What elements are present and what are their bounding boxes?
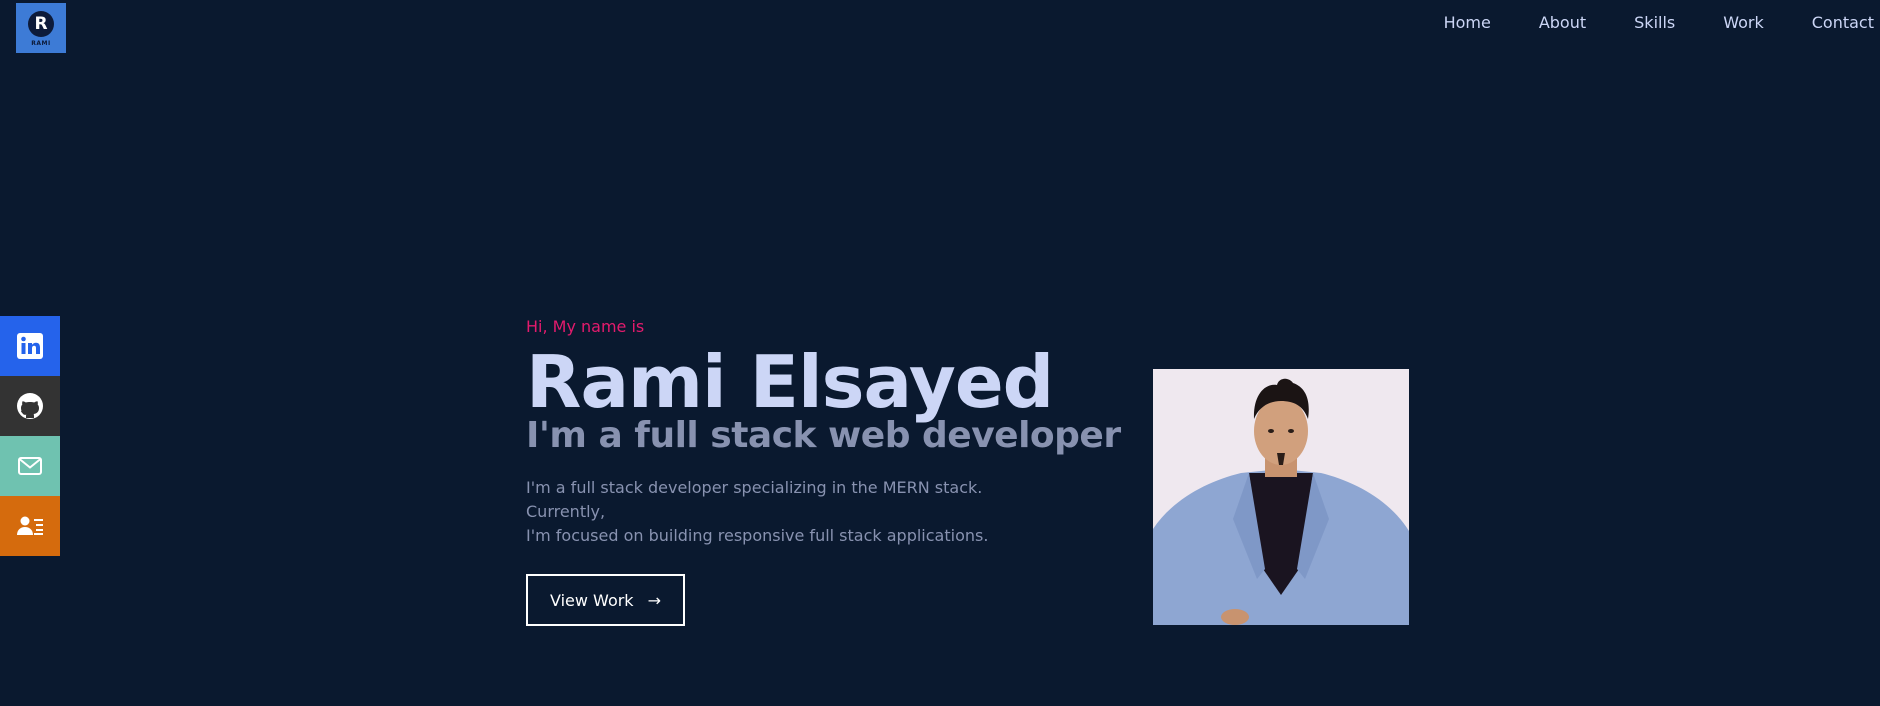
hero-bio: I'm a full stack developer specializing … bbox=[526, 476, 1026, 548]
page: R RAMI Home About Skills Work Contact Hi… bbox=[0, 0, 1880, 706]
github-link[interactable] bbox=[0, 376, 60, 436]
email-icon bbox=[18, 457, 42, 475]
resume-icon bbox=[17, 516, 43, 535]
logo-text: RAMI bbox=[31, 40, 51, 47]
nav-contact[interactable]: Contact bbox=[1812, 13, 1874, 32]
linkedin-icon bbox=[17, 333, 43, 359]
hero-bio-line-1: I'm a full stack developer specializing … bbox=[526, 478, 983, 521]
profile-photo-illustration bbox=[1153, 369, 1409, 625]
hero-section: Hi, My name is Rami Elsayed I'm a full s… bbox=[526, 314, 1121, 626]
view-work-button[interactable]: View Work → bbox=[526, 574, 685, 626]
email-link[interactable] bbox=[0, 436, 60, 496]
nav-home[interactable]: Home bbox=[1444, 13, 1491, 32]
greeting: Hi, My name is bbox=[526, 317, 645, 336]
logo-mark: R bbox=[28, 11, 54, 37]
hero-bio-line-2: I'm focused on building responsive full … bbox=[526, 526, 989, 545]
profile-photo bbox=[1153, 369, 1409, 625]
hero-tagline: I'm a full stack web developer bbox=[526, 415, 1121, 456]
arrow-right-icon: → bbox=[647, 590, 661, 610]
linkedin-link[interactable] bbox=[0, 316, 60, 376]
main-nav: Home About Skills Work Contact bbox=[1396, 12, 1880, 32]
logo[interactable]: R RAMI bbox=[16, 3, 66, 53]
nav-skills[interactable]: Skills bbox=[1634, 13, 1675, 32]
hero-name: Rami Elsayed bbox=[526, 340, 1054, 424]
social-sidebar bbox=[0, 316, 60, 556]
nav-about[interactable]: About bbox=[1539, 13, 1586, 32]
view-work-label: View Work bbox=[550, 590, 634, 610]
nav-work[interactable]: Work bbox=[1723, 13, 1764, 32]
resume-link[interactable] bbox=[0, 496, 60, 556]
github-icon bbox=[17, 393, 43, 419]
